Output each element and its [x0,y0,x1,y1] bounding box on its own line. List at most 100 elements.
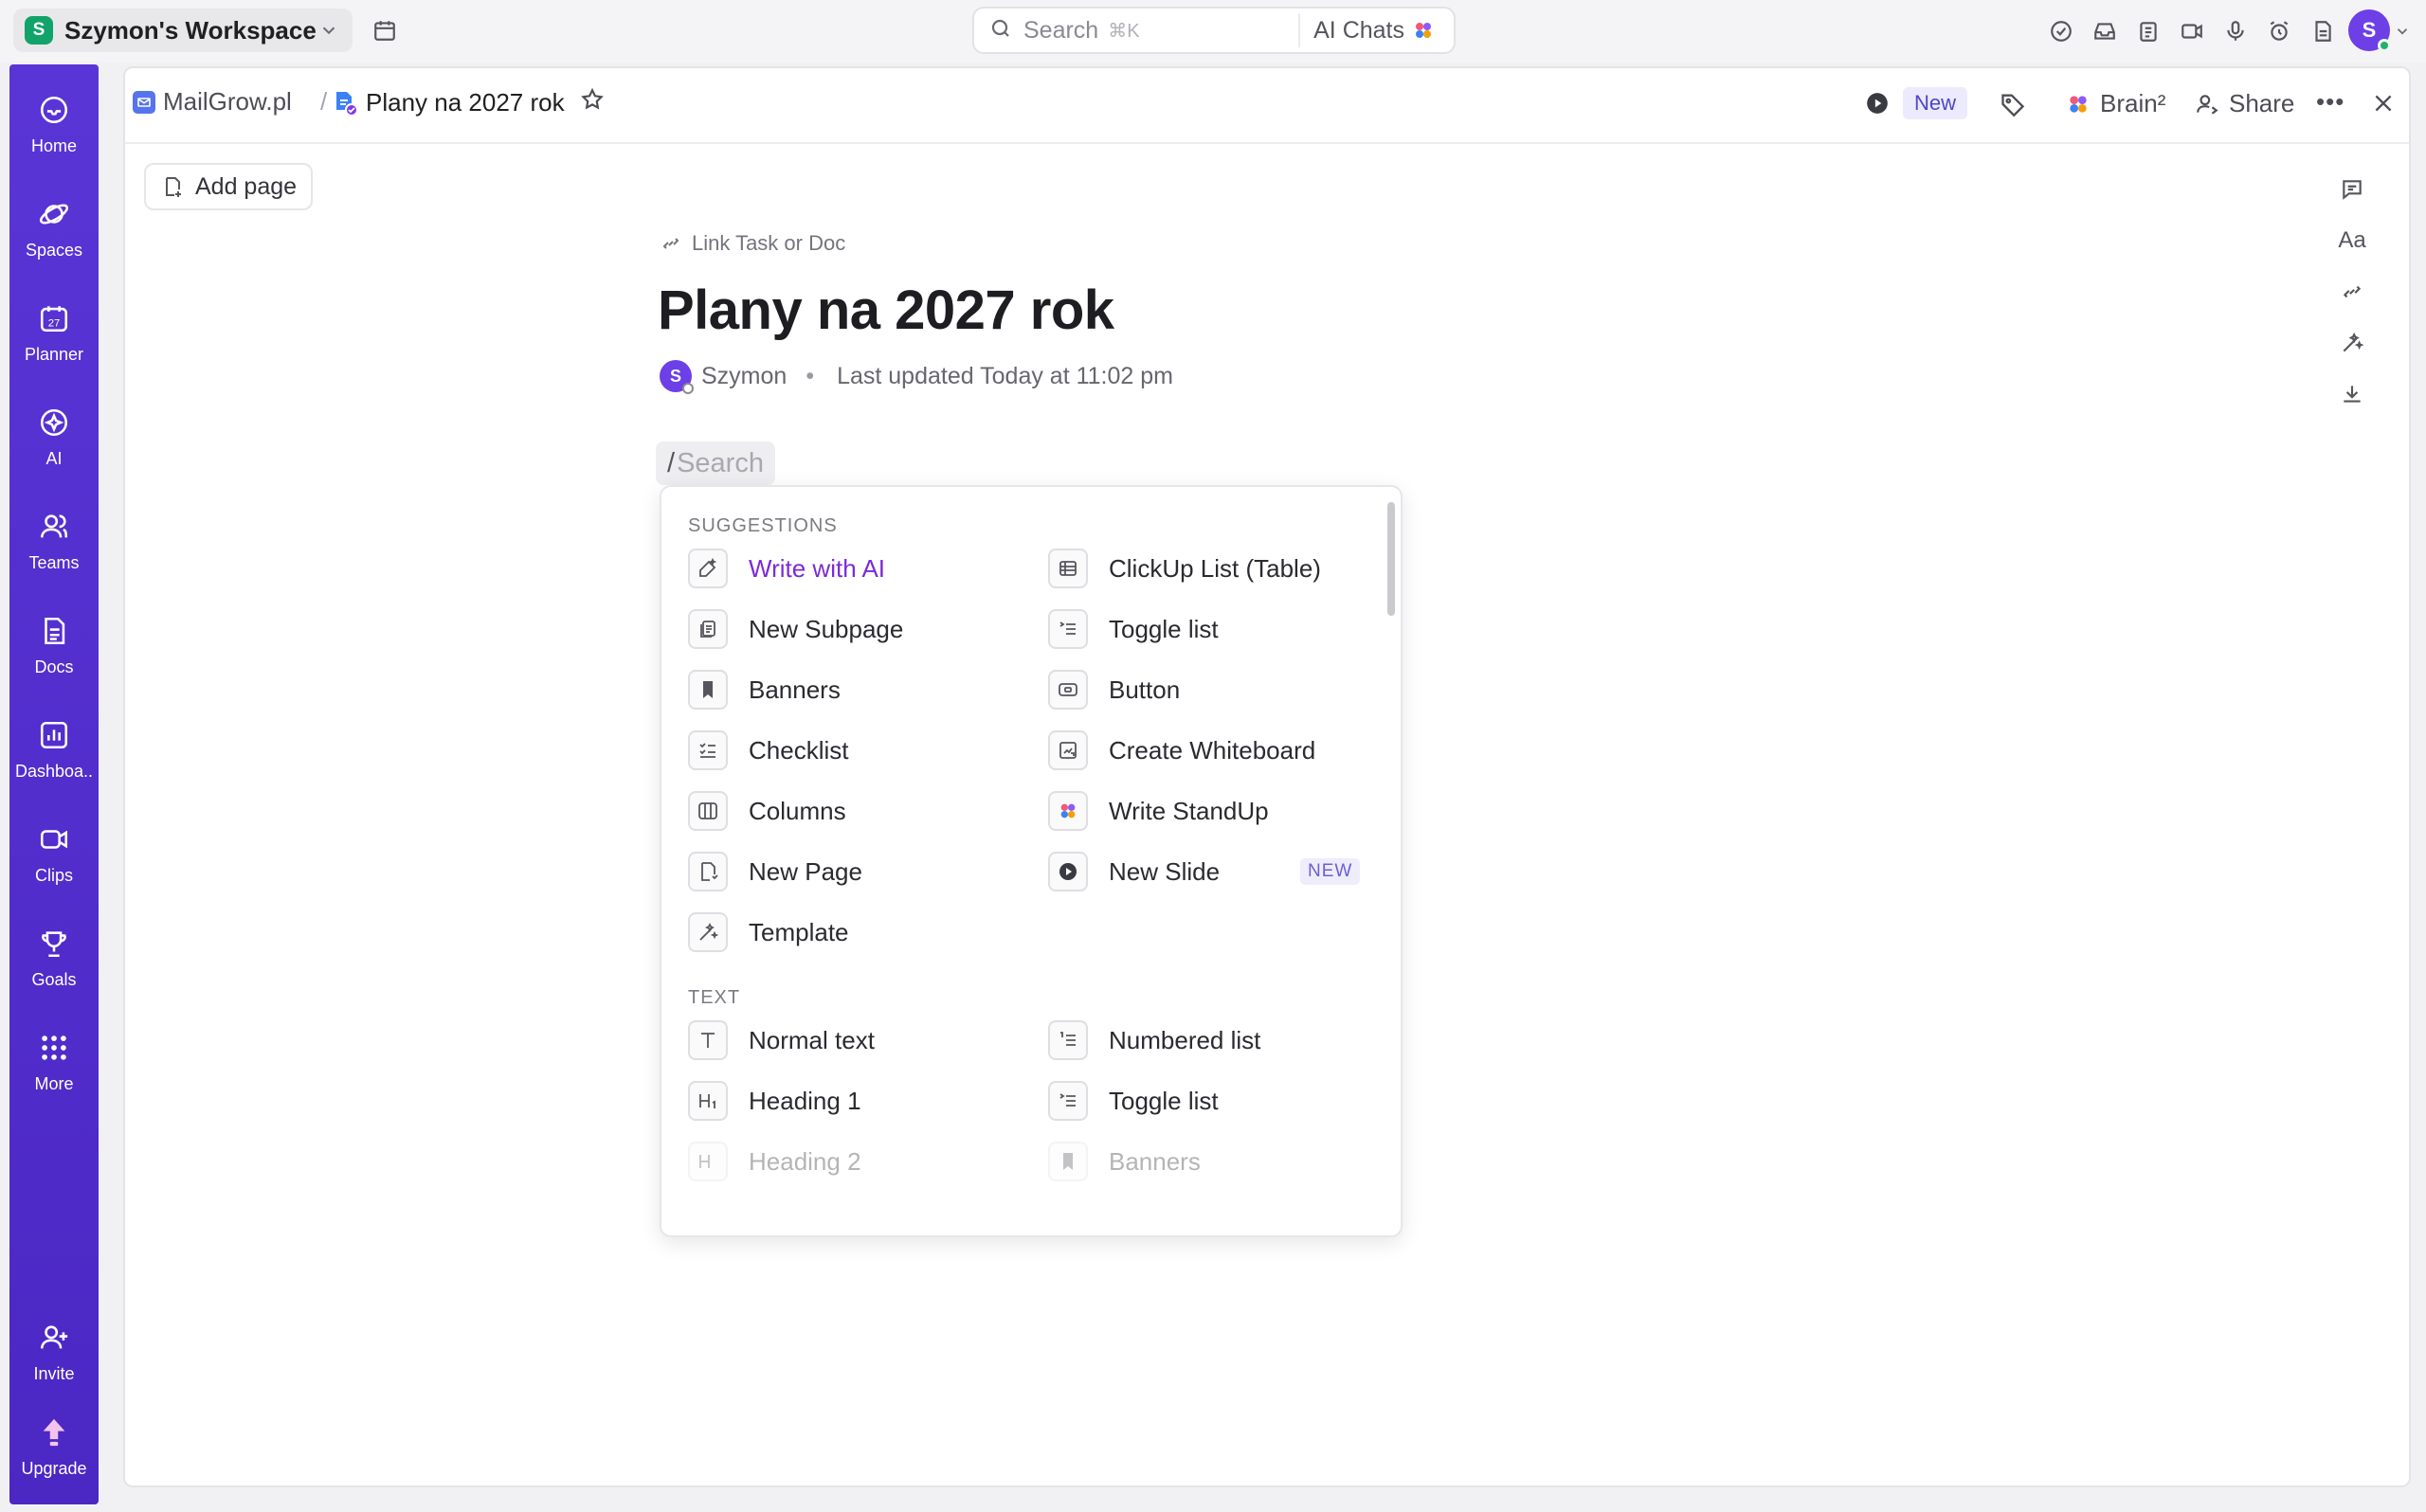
menu-item-new-page[interactable]: New Page [688,851,862,892]
menu-item-create-whiteboard[interactable]: Create Whiteboard [1048,729,1315,771]
menu-item-new-subpage[interactable]: New Subpage [688,608,903,650]
search-shortcut: ⌘K [1108,20,1140,42]
chart-icon [33,714,75,756]
menu-item-toggle-list[interactable]: Toggle list [1048,608,1219,650]
menu-item-button[interactable]: Button [1048,669,1180,711]
brain-sparkle-icon [1416,23,1431,38]
sidebar-item-dashboards[interactable]: Dashboa.. [9,711,99,805]
sidebar-label: More [34,1074,74,1093]
brain-button[interactable]: Brain² [2066,89,2165,118]
sidebar-label: Teams [28,553,80,572]
sidebar-item-planner[interactable]: 27 Planner [9,294,99,388]
slash-command-input[interactable]: / Search [656,441,775,485]
menu-item-numbered-list[interactable]: Numbered list [1048,1019,1260,1061]
user-avatar[interactable]: S [2348,9,2391,52]
scrollbar-thumb[interactable] [1387,502,1395,616]
sidebar-item-teams[interactable]: Teams [9,502,99,597]
user-menu-chevron-icon[interactable] [2394,23,2411,45]
share-button[interactable]: Share [2195,89,2294,118]
inbox-icon[interactable] [2089,15,2121,47]
slash-placeholder: Search [677,447,764,478]
sidebar-item-invite[interactable]: Invite [9,1313,99,1408]
sidebar-label: Clips [34,866,73,885]
sidebar: Home Spaces 27 Planner AI Teams Docs Das… [9,64,99,1504]
brain-label: Brain² [2100,89,2166,117]
docs-icon[interactable] [2307,15,2339,47]
microphone-icon[interactable] [2219,15,2252,47]
menu-item-banners[interactable]: Banners [688,669,841,711]
text-format-icon[interactable]: Aa [2337,225,2367,256]
new-slide-button[interactable]: New [1865,87,1968,119]
breadcrumb-space[interactable]: MailGrow.pl [133,87,292,117]
sidebar-item-ai[interactable]: AI [9,398,99,493]
sidebar-item-home[interactable]: Home [9,85,99,180]
close-icon[interactable] [2371,91,2396,120]
workspace-name: Szymon's Workspace [64,15,317,45]
author-name: Szymon [701,362,788,389]
comment-icon[interactable] [2337,174,2367,205]
star-icon[interactable] [580,87,605,118]
menu-item-label: Normal text [749,1025,875,1054]
sidebar-item-upgrade[interactable]: Upgrade [9,1408,99,1503]
grid-icon [33,1027,75,1069]
sidebar-item-more[interactable]: More [9,1023,99,1118]
new-task-icon[interactable] [2045,15,2077,47]
text-icon [688,1020,728,1060]
menu-item-new-slide[interactable]: New Slide [1048,851,1220,892]
sidebar-item-clips[interactable]: Clips [9,815,99,909]
last-updated: Last updated Today at 11:02 pm [837,362,1173,389]
breadcrumb-doc[interactable]: Plany na 2027 rok [320,87,605,118]
slash-command-menu: SUGGESTIONS Write with AI ClickUp List (… [660,485,1403,1237]
menu-item-clickup-list[interactable]: ClickUp List (Table) [1048,548,1321,589]
menu-item-columns[interactable]: Columns [688,790,846,832]
sidebar-label: Home [30,136,77,155]
add-page-button[interactable]: Add page [144,163,313,210]
user-initial: S [2362,18,2377,42]
bookmark-icon [688,670,728,710]
menu-item-checklist[interactable]: Checklist [688,729,848,771]
menu-item-label: New Subpage [749,614,904,643]
menu-item-normal-text[interactable]: Normal text [688,1019,875,1061]
video-icon[interactable] [2176,15,2208,47]
alarm-icon[interactable] [2263,15,2295,47]
doc-panel: MailGrow.pl / Plany na 2027 rok New Brai… [123,66,2411,1487]
document-icon [33,610,75,652]
planet-icon [33,193,75,235]
notepad-icon[interactable] [2132,15,2164,47]
menu-item-banners-text[interactable]: Banners [1048,1141,1201,1182]
tag-icon[interactable] [2000,91,2026,122]
slash-prefix: / [667,447,676,478]
workspace-switcher[interactable]: S Szymon's Workspace [13,9,353,52]
doc-title[interactable]: Plany na 2027 rok [658,279,1114,342]
top-bar: S Szymon's Workspace Search ⌘K AI Chats … [0,0,2426,63]
sidebar-item-docs[interactable]: Docs [9,606,99,701]
menu-item-heading-2[interactable]: Heading 2 [688,1141,861,1182]
menu-item-write-with-ai[interactable]: Write with AI [688,548,885,589]
download-icon[interactable] [2337,379,2367,409]
sidebar-label: Docs [34,657,74,676]
ai-chats-button[interactable]: AI Chats [1298,13,1448,47]
more-options-icon[interactable]: ••• [2316,87,2345,117]
search-icon [989,17,1012,45]
bookmark-icon [1048,1142,1088,1181]
sidebar-item-spaces[interactable]: Spaces [9,189,99,284]
link-icon[interactable] [2337,277,2367,307]
calendar-icon[interactable] [368,13,402,47]
menu-item-template[interactable]: Template [688,911,849,953]
menu-item-heading-1[interactable]: Heading 1 [688,1080,861,1122]
link-task-button[interactable]: Link Task or Doc [660,231,845,256]
menu-item-toggle-list-text[interactable]: Toggle list [1048,1080,1219,1122]
global-search[interactable]: Search ⌘K AI Chats [972,7,1456,54]
whiteboard-icon [1048,730,1088,770]
video-icon [33,819,75,860]
menu-item-label: Heading 2 [749,1146,861,1176]
meta-separator: • [806,362,815,389]
workspace-badge: S [25,16,53,45]
menu-item-label: Template [749,917,849,946]
link-task-label: Link Task or Doc [692,231,846,255]
ai-icon [33,402,75,443]
magic-wand-icon[interactable] [2337,328,2367,358]
menu-item-write-standup[interactable]: Write StandUp [1048,790,1269,832]
new-page-icon [688,852,728,891]
sidebar-item-goals[interactable]: Goals [9,919,99,1014]
